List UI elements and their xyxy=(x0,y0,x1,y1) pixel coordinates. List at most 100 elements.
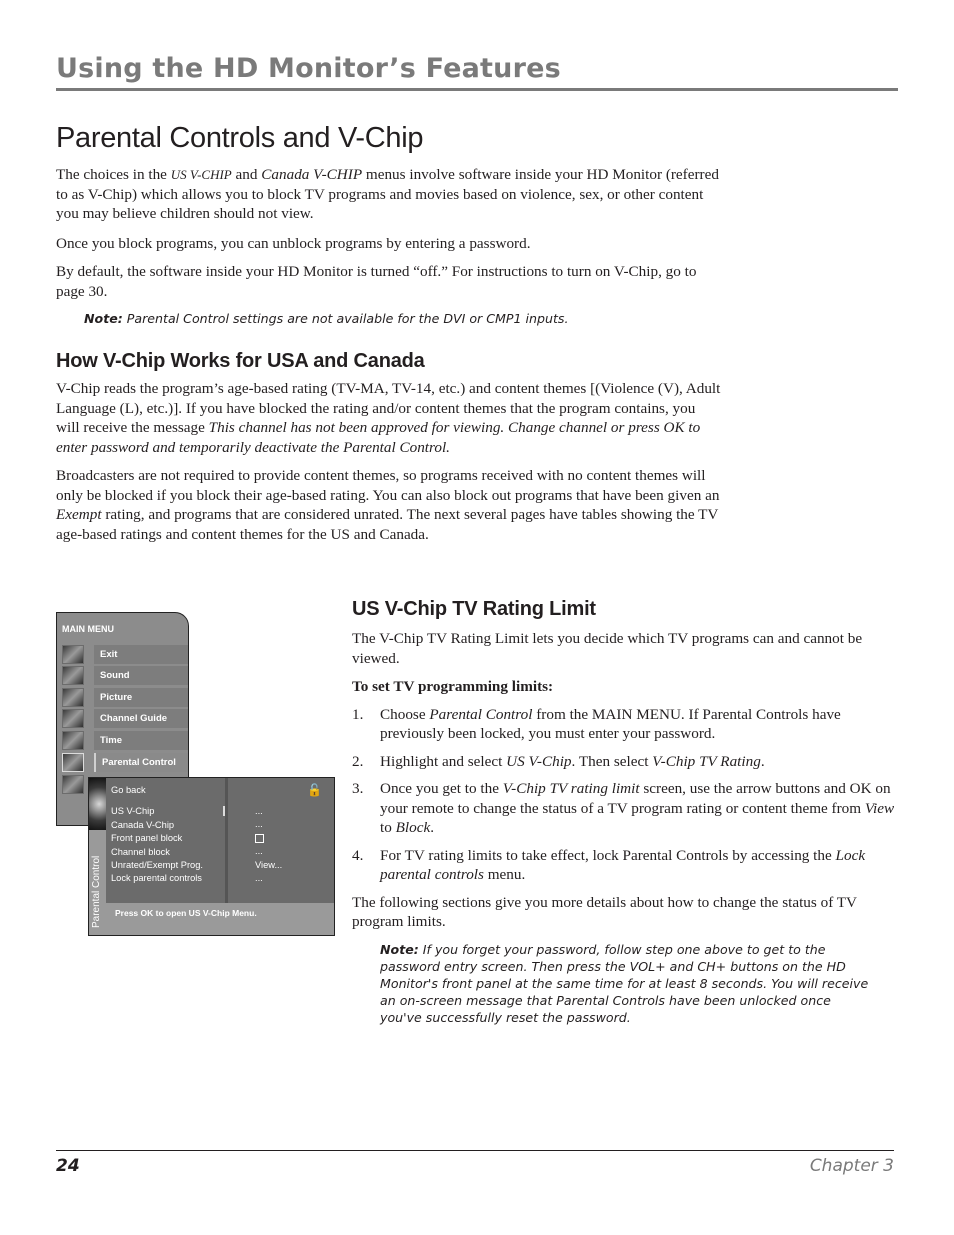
submenu-item-unrated-exempt[interactable]: Unrated/Exempt Prog. xyxy=(111,859,203,872)
emphasis: V-Chip TV rating limit xyxy=(502,780,640,797)
value-front-panel-block xyxy=(255,832,282,845)
channel-guide-thumbnail-icon xyxy=(62,709,84,728)
text: Choose xyxy=(380,705,430,723)
running-header: Using the HD Monitor’s Features xyxy=(56,52,898,91)
exempt-term: Exempt xyxy=(56,506,102,523)
submenu-item-canada-vchip[interactable]: Canada V-Chip xyxy=(111,819,203,832)
text: Once you get to the xyxy=(380,780,503,797)
us-vchip-term: US V-CHIP xyxy=(170,167,232,182)
text: to xyxy=(380,819,396,836)
step-2: 2. Highlight and select US V-Chip. Then s… xyxy=(352,752,897,772)
main-menu-title: MAIN MENU xyxy=(62,624,114,634)
emphasis: Parental Control xyxy=(429,705,533,723)
page-title: Parental Controls and V-Chip xyxy=(56,122,424,154)
exit-thumbnail-icon xyxy=(62,645,84,664)
value-canada-vchip: ... xyxy=(255,819,263,830)
note-label: Note: xyxy=(84,311,123,326)
emphasis: US V-Chip xyxy=(506,752,572,770)
parental-control-menu-illustration: MAIN MENU Exit Sound Picture Channel Gui… xyxy=(56,612,336,938)
page-footer: 24 Chapter 3 xyxy=(56,1150,894,1176)
section-title: Using the HD Monitor’s Features xyxy=(56,53,561,84)
sound-thumbnail-icon xyxy=(62,666,84,685)
text: rating, and programs that are considered… xyxy=(56,506,719,543)
how-vchip-heading: How V-Chip Works for USA and Canada xyxy=(56,350,425,372)
step-3: 3. Once you get to the V-Chip TV rating l… xyxy=(352,779,897,838)
step-1: 1. Choose Parental Control from the MAIN … xyxy=(352,705,897,744)
menu-item-label: Exit xyxy=(94,645,188,664)
text: Highlight and select xyxy=(380,752,507,770)
how-paragraph-1: V-Chip reads the program’s age-based rat… xyxy=(56,379,721,457)
main-menu-item-parental-control[interactable]: Parental Control xyxy=(62,753,188,772)
note-text: Parental Control settings are not availa… xyxy=(122,311,569,326)
submenu-scroll-indicator[interactable] xyxy=(223,806,225,816)
value-channel-block: ... xyxy=(255,846,263,857)
menu-item-label: Parental Control xyxy=(94,753,188,772)
intro-note: Note: Parental Control settings are not … xyxy=(84,310,728,327)
intro-paragraph-1: The choices in the US V-CHIP and Canada … xyxy=(56,165,728,224)
main-menu-item-channel-guide[interactable]: Channel Guide xyxy=(62,709,188,728)
front-panel-block-checkbox[interactable] xyxy=(255,833,264,843)
page-number: 24 xyxy=(56,1156,80,1176)
text: The choices in the xyxy=(56,166,171,183)
emphasis: Block xyxy=(395,819,431,836)
time-thumbnail-icon xyxy=(62,731,84,750)
how-paragraph-2: Broadcasters are not required to provide… xyxy=(56,466,721,544)
main-menu-item-sound[interactable]: Sound xyxy=(62,666,188,685)
submenu-item-go-back[interactable]: Go back xyxy=(111,784,203,797)
intro-paragraph-2: Once you block programs, you can unblock… xyxy=(56,234,531,252)
rating-limit-steps: 1. Choose Parental Control from the MAIN … xyxy=(352,705,897,885)
parental-control-submenu: Parental Control Go back US V-Chip Canad… xyxy=(88,777,335,936)
extra-thumbnail-icon xyxy=(62,775,84,794)
emphasis: View xyxy=(864,799,895,817)
emphasis: V-Chip TV Rating xyxy=(652,752,761,770)
text: . Then select xyxy=(571,752,653,770)
text: . xyxy=(760,752,765,770)
submenu-item-us-vchip[interactable]: US V-Chip xyxy=(111,805,203,818)
step-number: 3. xyxy=(352,780,364,797)
value-lock-parental-controls: ... xyxy=(255,872,263,883)
unlocked-padlock-icon: 🔓 xyxy=(307,783,322,797)
value-unrated-exempt: View... xyxy=(255,859,283,870)
value-us-vchip: ... xyxy=(255,806,263,816)
rating-limit-subheading: To set TV programming limits: xyxy=(352,678,554,695)
submenu-item-lock-parental-controls[interactable]: Lock parental controls xyxy=(111,872,203,885)
submenu-status-bar: Press OK to open US V-Chip Menu. xyxy=(106,903,334,935)
main-menu-item-exit[interactable]: Exit xyxy=(62,645,188,664)
menu-item-label: Sound xyxy=(94,666,188,685)
password-note: Note: If you forget your password, follo… xyxy=(380,941,870,1026)
step-number: 4. xyxy=(352,846,364,864)
text: . xyxy=(430,819,434,836)
text: For TV rating limits to take effect, loc… xyxy=(380,846,836,864)
step-number: 1. xyxy=(352,705,364,723)
canada-vchip-term: Canada V-CHIP xyxy=(261,166,363,183)
intro-paragraph-3: By default, the software inside your HD … xyxy=(56,263,697,300)
submenu-item-front-panel-block[interactable]: Front panel block xyxy=(111,832,203,845)
menu-item-label: Channel Guide xyxy=(94,709,188,728)
submenu-values: ... ... ... View... ... xyxy=(255,805,282,885)
rating-limit-section: US V-Chip TV Rating Limit The V-Chip TV … xyxy=(352,598,897,1026)
submenu-items: Go back US V-Chip Canada V-Chip Front pa… xyxy=(111,784,203,886)
rating-limit-following: The following sections give you more det… xyxy=(352,893,857,931)
menu-item-label: Time xyxy=(94,731,188,750)
chapter-label: Chapter 3 xyxy=(809,1156,894,1176)
how-vchip-section: How V-Chip Works for USA and Canada V-Ch… xyxy=(56,350,721,544)
text: Broadcasters are not required to provide… xyxy=(56,467,720,504)
submenu-item-channel-block[interactable]: Channel block xyxy=(111,846,203,859)
parental-control-thumbnail-icon xyxy=(62,753,84,772)
main-menu-item-time[interactable]: Time xyxy=(62,731,188,750)
intro-section: The choices in the US V-CHIP and Canada … xyxy=(56,165,728,327)
text: and xyxy=(231,166,262,183)
note-label: Note: xyxy=(380,941,419,957)
picture-thumbnail-icon xyxy=(62,688,84,707)
step-4: 4. For TV rating limits to take effect, l… xyxy=(352,846,897,885)
note-text: If you forget your password, follow step… xyxy=(380,941,869,1025)
footer-rule xyxy=(56,1150,894,1151)
side-label: Parental Control xyxy=(91,855,102,928)
header-rule xyxy=(56,88,898,91)
menu-item-label: Picture xyxy=(94,688,188,707)
submenu-divider xyxy=(225,778,228,903)
main-menu-item-picture[interactable]: Picture xyxy=(62,688,188,707)
step-number: 2. xyxy=(352,752,364,770)
dial-graphic-icon xyxy=(89,778,106,830)
submenu-side-tab: Parental Control xyxy=(89,778,106,935)
